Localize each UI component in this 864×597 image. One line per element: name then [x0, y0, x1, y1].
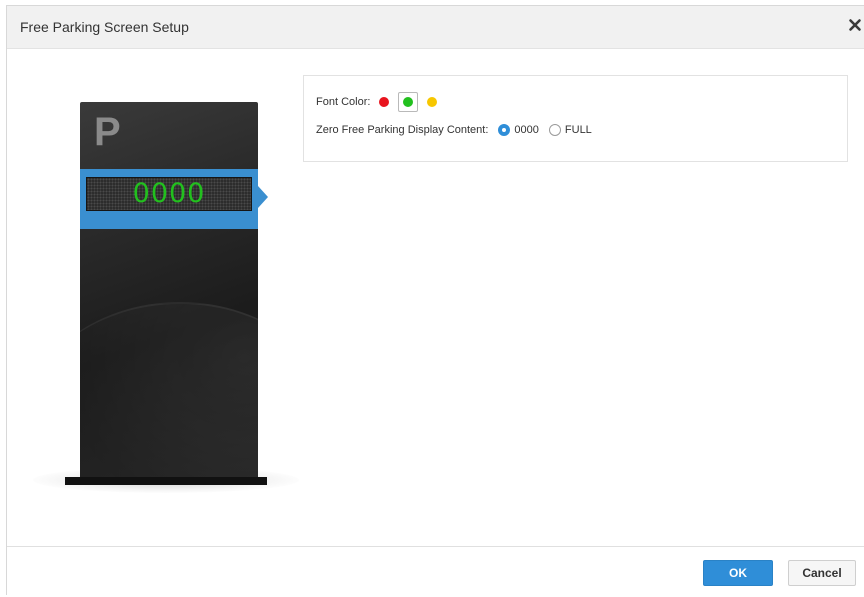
dialog-title: Free Parking Screen Setup [20, 19, 189, 35]
dialog-body: P 0000 Font Color: Zero Free Parking Dis… [7, 49, 864, 546]
font-color-label: Font Color: [316, 96, 371, 108]
parking-logo: P [94, 110, 121, 154]
font-color-yellow-option[interactable] [422, 92, 442, 112]
sign-swoosh-decoration [80, 302, 258, 480]
close-icon[interactable] [848, 18, 862, 32]
settings-panel: Font Color: Zero Free Parking Display Co… [303, 75, 848, 162]
zero-option-0000[interactable]: 0000 [498, 124, 539, 136]
parking-sign-illustration: P [80, 102, 258, 480]
zero-option-0000-label: 0000 [514, 124, 539, 136]
radio-full[interactable] [548, 124, 561, 136]
font-color-green-option[interactable] [398, 92, 419, 112]
green-color-dot [403, 97, 414, 107]
yellow-color-dot [427, 97, 438, 107]
red-color-dot [379, 97, 390, 107]
zero-option-full-label: FULL [564, 124, 592, 136]
dialog-footer: OK Cancel [7, 546, 864, 597]
led-display-screen: 0000 [86, 177, 252, 211]
sign-pointer-arrow [258, 186, 268, 208]
led-display-text: 0000 [132, 178, 206, 209]
ok-button[interactable]: OK [703, 560, 773, 586]
zero-free-parking-label: Zero Free Parking Display Content: [316, 124, 489, 136]
font-color-red-option[interactable] [374, 92, 394, 112]
sign-base [65, 477, 267, 485]
dialog-header: Free Parking Screen Setup [7, 6, 864, 49]
radio-0000[interactable] [498, 124, 511, 136]
font-color-row: Font Color: [316, 92, 442, 112]
free-parking-screen-setup-dialog: Free Parking Screen Setup P 0000 Font Co… [6, 5, 864, 597]
cancel-button[interactable]: Cancel [788, 560, 856, 586]
zero-free-parking-row: Zero Free Parking Display Content: 0000 … [316, 122, 592, 138]
zero-option-full[interactable]: FULL [548, 124, 592, 136]
